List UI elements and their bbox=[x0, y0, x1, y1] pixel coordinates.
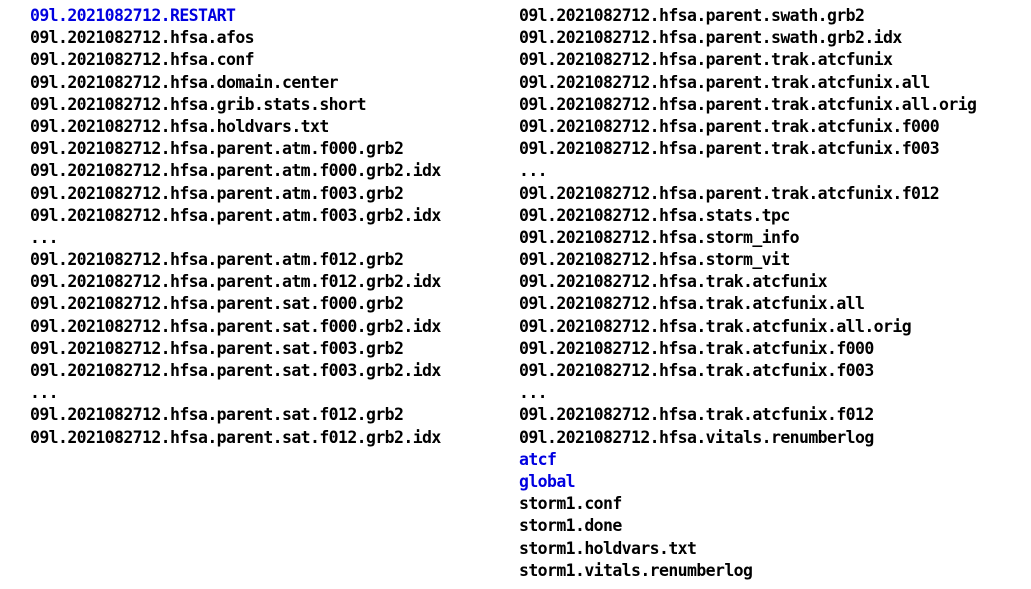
file-entry: 09l.2021082712.hfsa.parent.trak.atcfunix… bbox=[519, 72, 930, 92]
file-entry: 09l.2021082712.hfsa.parent.sat.f003.grb2 bbox=[30, 338, 404, 358]
file-entry: 09l.2021082712.hfsa.conf bbox=[30, 50, 255, 70]
file-entry: 09l.2021082712.hfsa.parent.atm.f000.grb2… bbox=[30, 161, 441, 181]
file-entry: 09l.2021082712.hfsa.stats.tpc bbox=[519, 205, 790, 225]
file-entry: 09l.2021082712.hfsa.parent.atm.f012.grb2… bbox=[30, 272, 441, 292]
file-entry: 09l.2021082712.hfsa.parent.atm.f000.grb2 bbox=[30, 139, 404, 159]
file-entry: storm1.done bbox=[519, 516, 622, 536]
ellipsis-marker: ... bbox=[30, 383, 59, 403]
file-entry: 09l.2021082712.hfsa.storm_info bbox=[519, 227, 800, 247]
file-entry: 09l.2021082712.hfsa.afos bbox=[30, 28, 255, 48]
file-entry: 09l.2021082712.hfsa.domain.center bbox=[30, 72, 339, 92]
ellipsis-marker: ... bbox=[30, 227, 59, 247]
file-entry: 09l.2021082712.hfsa.storm_vit bbox=[519, 250, 790, 270]
file-entry: 09l.2021082712.hfsa.parent.sat.f003.grb2… bbox=[30, 361, 441, 380]
file-entry: 09l.2021082712.hfsa.trak.atcfunix.f000 bbox=[519, 338, 874, 358]
file-entry: storm1.conf bbox=[519, 494, 622, 514]
file-entry: 09l.2021082712.hfsa.parent.trak.atcfunix bbox=[519, 50, 893, 70]
file-entry: 09l.2021082712.hfsa.parent.atm.f003.grb2 bbox=[30, 183, 404, 203]
file-entry: 09l.2021082712.hfsa.parent.trak.atcfunix… bbox=[519, 94, 977, 114]
ellipsis-marker: ... bbox=[519, 161, 548, 181]
file-entry: 09l.2021082712.hfsa.parent.trak.atcfunix… bbox=[519, 183, 940, 203]
file-entry: 09l.2021082712.hfsa.parent.swath.grb2 bbox=[519, 6, 865, 25]
file-entry: 09l.2021082712.hfsa.grib.stats.short bbox=[30, 94, 367, 114]
listing-column-right: 09l.2021082712.hfsa.parent.swath.grb2 09l… bbox=[519, 5, 977, 582]
file-entry: 09l.2021082712.hfsa.parent.sat.f000.grb2 bbox=[30, 294, 404, 314]
file-entry: 09l.2021082712.hfsa.trak.atcfunix.all bbox=[519, 294, 865, 314]
file-entry: 09l.2021082712.hfsa.parent.trak.atcfunix… bbox=[519, 139, 940, 159]
file-entry: 09l.2021082712.hfsa.trak.atcfunix.f003 bbox=[519, 361, 874, 380]
file-entry: 09l.2021082712.hfsa.vitals.renumberlog bbox=[519, 427, 874, 447]
file-entry: storm1.vitals.renumberlog bbox=[519, 560, 753, 580]
file-entry: 09l.2021082712.hfsa.parent.swath.grb2.id… bbox=[519, 28, 902, 48]
terminal-directory-listing: 09l.2021082712.RESTART 09l.2021082712.hfs… bbox=[0, 0, 1031, 589]
directory-entry: global bbox=[519, 471, 576, 491]
listing-column-left: 09l.2021082712.RESTART 09l.2021082712.hfs… bbox=[30, 5, 441, 449]
directory-entry: atcf bbox=[519, 449, 557, 469]
directory-entry: 09l.2021082712.RESTART bbox=[30, 6, 236, 25]
file-entry: 09l.2021082712.hfsa.parent.atm.f012.grb2 bbox=[30, 250, 404, 270]
file-entry: 09l.2021082712.hfsa.parent.atm.f003.grb2… bbox=[30, 205, 441, 225]
file-entry: 09l.2021082712.hfsa.trak.atcfunix.f012 bbox=[519, 405, 874, 425]
file-entry: 09l.2021082712.hfsa.parent.sat.f012.grb2… bbox=[30, 427, 441, 447]
file-entry: 09l.2021082712.hfsa.trak.atcfunix.all.or… bbox=[519, 316, 912, 336]
ellipsis-marker: ... bbox=[519, 383, 548, 403]
file-entry: 09l.2021082712.hfsa.parent.sat.f000.grb2… bbox=[30, 316, 441, 336]
file-entry: 09l.2021082712.hfsa.trak.atcfunix bbox=[519, 272, 828, 292]
file-entry: 09l.2021082712.hfsa.holdvars.txt bbox=[30, 116, 329, 136]
file-entry: storm1.holdvars.txt bbox=[519, 538, 697, 558]
file-entry: 09l.2021082712.hfsa.parent.sat.f012.grb2 bbox=[30, 405, 404, 425]
file-entry: 09l.2021082712.hfsa.parent.trak.atcfunix… bbox=[519, 116, 940, 136]
